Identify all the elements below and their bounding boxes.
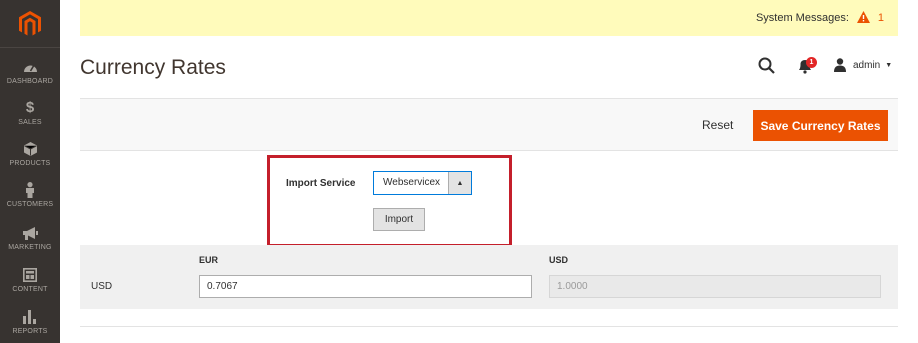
currency-rates-table: EUR USD USD: [80, 245, 898, 309]
system-messages-label: System Messages:: [755, 12, 849, 24]
layout-icon: [22, 267, 38, 283]
column-header-eur: EUR: [199, 255, 219, 265]
bar-chart-icon: [22, 309, 38, 325]
nav-dashboard-label: DASHBOARD: [6, 78, 54, 85]
rate-usd-eur-input[interactable]: [199, 275, 532, 298]
nav-products[interactable]: PRODUCTS: [0, 141, 60, 167]
user-name: admin: [853, 59, 881, 71]
nav-reports[interactable]: REPORTS: [0, 309, 60, 335]
search-icon[interactable]: [758, 57, 776, 75]
caret-down-icon: ▼: [885, 61, 893, 69]
dashboard-icon: [22, 59, 38, 75]
page-actions-bar: Reset Save Currency Rates: [80, 99, 898, 151]
column-header-usd: USD: [549, 255, 569, 265]
reset-button[interactable]: Reset: [702, 118, 733, 132]
megaphone-icon: [22, 225, 38, 241]
row-label-usd: USD: [91, 281, 113, 292]
dollar-icon: $: [25, 99, 35, 116]
caret-up-icon[interactable]: ▲: [448, 172, 471, 194]
nav-sales-label: SALES: [18, 119, 42, 126]
user-icon: [834, 58, 846, 72]
right-margin: [898, 0, 918, 343]
system-messages-bar[interactable]: System Messages: 1: [80, 0, 898, 36]
warning-icon: [856, 10, 870, 26]
page-title: Currency Rates: [80, 56, 226, 79]
nav-content-label: CONTENT: [12, 286, 48, 293]
nav-dashboard[interactable]: DASHBOARD: [0, 59, 60, 85]
nav-customers[interactable]: CUSTOMERS: [0, 182, 60, 208]
nav-marketing[interactable]: MARKETING: [0, 225, 60, 251]
content-bottom-divider: [80, 326, 898, 327]
nav-customers-label: CUSTOMERS: [6, 201, 54, 208]
nav-sales[interactable]: $ SALES: [0, 99, 60, 127]
import-service-label: Import Service: [286, 178, 356, 189]
save-currency-rates-button[interactable]: Save Currency Rates: [753, 110, 888, 141]
user-menu[interactable]: admin ▼: [834, 58, 892, 72]
person-icon: [22, 182, 38, 198]
import-service-select[interactable]: Webservicex ▲: [373, 171, 472, 195]
system-messages-count[interactable]: 1: [878, 12, 884, 24]
highlight-box: [267, 155, 512, 247]
cube-icon: [22, 141, 38, 157]
import-button[interactable]: Import: [373, 208, 425, 231]
import-service-value: Webservicex: [383, 177, 441, 188]
admin-sidebar: DASHBOARD $ SALES PRODUCTS CUSTOMERS MAR…: [0, 0, 60, 343]
nav-marketing-label: MARKETING: [8, 244, 52, 251]
nav-reports-label: REPORTS: [12, 328, 48, 335]
rate-usd-usd-input: [549, 275, 881, 298]
magento-logo-icon: [19, 10, 41, 35]
nav-products-label: PRODUCTS: [9, 160, 51, 167]
nav-content[interactable]: CONTENT: [0, 267, 60, 293]
notifications-badge: 1: [806, 57, 817, 68]
magento-logo[interactable]: [0, 0, 60, 48]
